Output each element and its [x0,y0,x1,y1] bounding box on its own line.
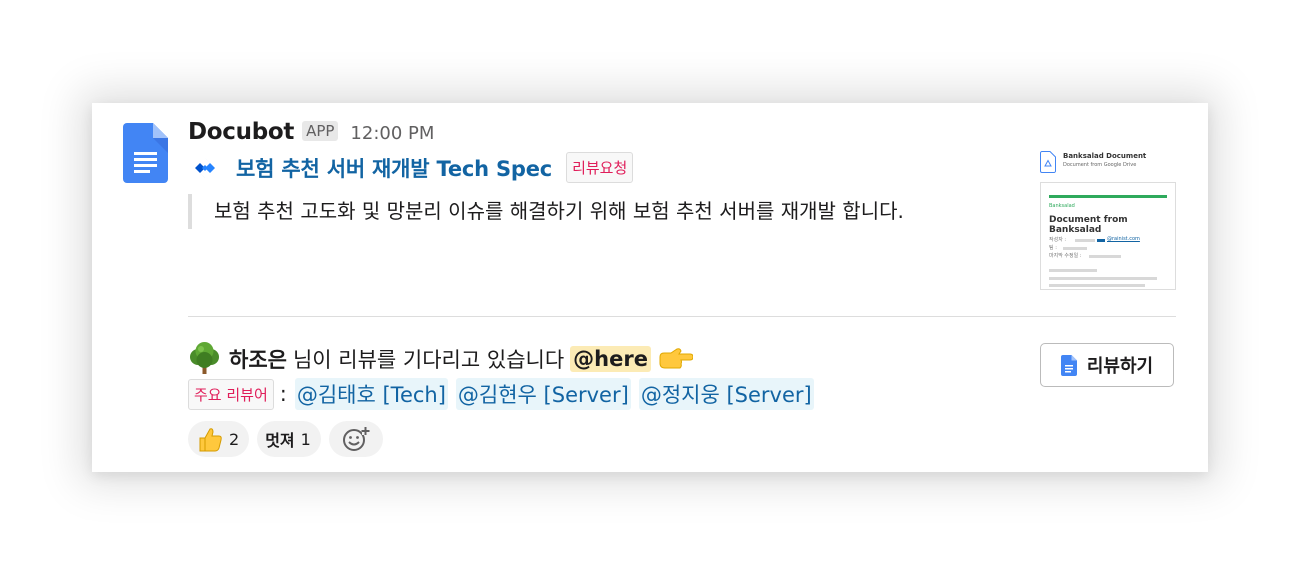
message-card: Docubot APP 12:00 PM 보험 추천 서버 재개발 Tech S… [92,103,1208,472]
reaction-awesome[interactable]: 멋져 1 [257,421,321,457]
review-waiting-line: 하조은 님이 리뷰를 기다리고 있습니다 @here [188,342,693,375]
waiting-text: 님이 리뷰를 기다리고 있습니다 [292,347,565,372]
preview-subtitle: Document from Google Drive [1063,162,1137,168]
preview-modified-label: 마지막 수정일 : [1049,253,1082,259]
reviewer-mention[interactable]: @정지웅 [Server] [638,378,814,410]
reaction-count: 1 [300,429,311,449]
preview-text-line [1049,277,1157,280]
bot-name[interactable]: Docubot [188,119,294,145]
preview-redacted-line [1097,239,1105,242]
reviewer-mention[interactable]: @김태호 [Tech] [294,378,448,410]
here-mention[interactable]: @here [570,345,651,372]
reviewers-colon: : [279,382,287,406]
awesome-emoji-text: 멋져 [265,431,295,450]
preview-team-label: 팀 : [1049,245,1057,251]
preview-doc-brand: Banksalad [1049,203,1075,209]
preview-author-email: @rainist.com [1107,236,1140,242]
main-reviewer-tag: 주요 리뷰어 [188,378,274,410]
document-preview[interactable]: Banksalad Document Document from Google … [1040,151,1176,291]
preview-redacted-line [1063,247,1087,250]
preview-author-label: 작성자 : [1049,237,1067,243]
review-request-tag: 리뷰요청 [566,152,634,183]
reaction-bar: 2 멋져 1 [188,421,391,457]
preview-redacted-line [1089,255,1121,258]
app-badge: APP [302,121,339,141]
reaction-thumbs-up[interactable]: 2 [188,421,250,457]
preview-thumbnail[interactable]: Banksalad Document from Banksalad 작성자 : … [1040,182,1176,290]
tree-icon [190,342,219,374]
pointing-right-icon [659,347,693,368]
section-divider [188,316,1176,317]
description-text: 보험 추천 고도화 및 망분리 이슈를 해결하기 위해 보험 추천 서버를 재개… [214,199,904,223]
preview-redacted-line [1075,239,1095,242]
preview-doc-title: Document from Banksalad [1049,215,1128,235]
spec-title-row: 보험 추천 서버 재개발 Tech Spec 리뷰요청 [194,152,634,183]
spec-title-link[interactable]: 보험 추천 서버 재개발 Tech Spec [236,153,552,183]
requester-name[interactable]: 하조은 [229,344,287,374]
add-reaction-icon [342,427,370,451]
message-header: Docubot APP 12:00 PM [188,119,434,145]
reaction-count: 2 [229,429,240,449]
thumbs-up-icon [199,427,222,451]
description-quote: 보험 추천 고도화 및 망분리 이슈를 해결하기 위해 보험 추천 서버를 재개… [188,194,954,229]
reviewer-mention[interactable]: @김현우 [Server] [455,378,631,410]
message-timestamp[interactable]: 12:00 PM [350,123,434,144]
google-drive-doc-icon [1040,151,1056,173]
review-button-label: 리뷰하기 [1086,356,1154,377]
add-reaction-button[interactable] [328,421,383,457]
jira-icon [195,157,215,178]
review-button[interactable]: 리뷰하기 [1040,343,1174,387]
preview-text-line [1049,269,1097,272]
preview-brand-bar [1049,195,1167,198]
preview-header: Banksalad Document Document from Google … [1040,151,1176,181]
preview-text-line [1049,284,1145,287]
google-docs-avatar-icon[interactable] [123,123,168,183]
preview-title: Banksalad Document [1063,152,1147,160]
google-docs-icon [1060,354,1077,376]
main-reviewers-line: 주요 리뷰어 : @김태호 [Tech] @김현우 [Server] @정지웅 … [188,378,822,410]
